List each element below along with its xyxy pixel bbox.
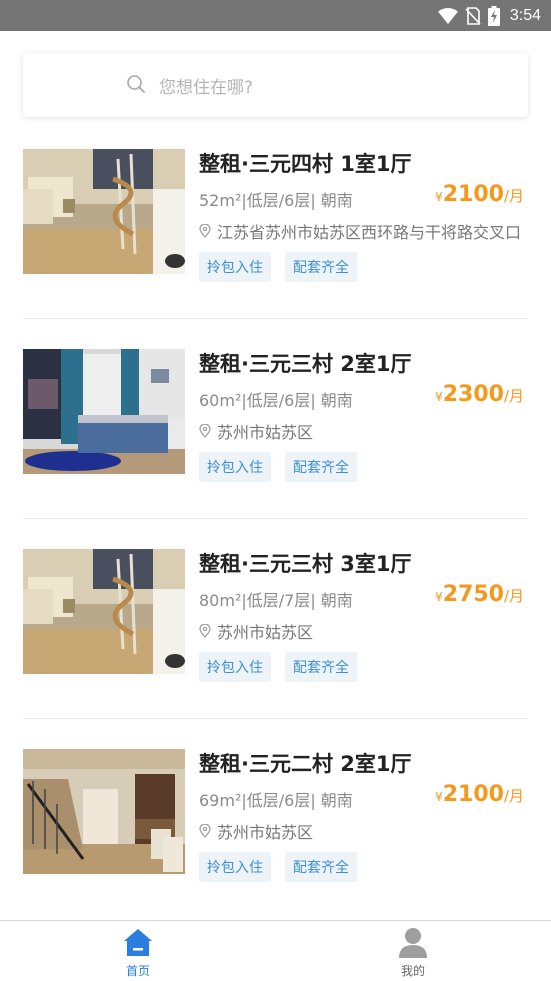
listing-meta: 80m²|低层/7层| 朝南 [199, 591, 353, 610]
bedroom-photo-image [23, 349, 185, 474]
price-currency: ¥ [435, 190, 443, 204]
listing-tags: 拎包入住 配套齐全 [199, 852, 357, 882]
listing-meta: 60m²|低层/6层| 朝南 [199, 391, 353, 410]
listing-address: 苏州市姑苏区 [199, 619, 529, 643]
no-sim-icon [465, 6, 481, 25]
battery-charging-icon [487, 5, 500, 26]
listing-photo[interactable] [23, 749, 185, 874]
search-bar[interactable]: 您想住在哪? [23, 53, 528, 117]
divider [23, 718, 528, 719]
tag-move-in-ready: 拎包入住 [199, 252, 271, 282]
listing-item[interactable]: 整租·三元三村 2室1厅 60m²|低层/6层| 朝南 ¥2300/月 苏州市姑… [0, 320, 551, 520]
tab-label: 首页 [125, 964, 150, 978]
loft-photo-image [23, 549, 185, 674]
listing-photo[interactable] [23, 149, 185, 274]
price-value: 2750 [442, 582, 504, 607]
listing-photo[interactable] [23, 549, 185, 674]
listing-tags: 拎包入住 配套齐全 [199, 252, 357, 282]
tag-fully-equipped: 配套齐全 [285, 252, 357, 282]
status-icons: 3:54 [437, 0, 541, 31]
tag-fully-equipped: 配套齐全 [285, 452, 357, 482]
tag-fully-equipped: 配套齐全 [285, 652, 357, 682]
tab-home[interactable]: 首页 [88, 921, 188, 981]
location-pin-icon [199, 824, 211, 838]
price-unit: /月 [503, 587, 524, 605]
listing-title[interactable]: 整租·三元四村 1室1厅 [199, 148, 412, 178]
price-value: 2100 [442, 782, 504, 807]
price-value: 2300 [442, 382, 504, 407]
status-bar: 3:54 [0, 0, 551, 31]
listing-price: ¥2300/月 [435, 382, 524, 407]
listing-tags: 拎包入住 配套齐全 [199, 452, 357, 482]
listing-item[interactable]: 整租·三元三村 3室1厅 80m²|低层/7层| 朝南 ¥2750/月 苏州市姑… [0, 520, 551, 720]
listing-meta: 69m²|低层/6层| 朝南 [199, 791, 353, 810]
tag-move-in-ready: 拎包入住 [199, 852, 271, 882]
listing-address: 苏州市姑苏区 [199, 419, 529, 443]
tag-move-in-ready: 拎包入住 [199, 452, 271, 482]
listing-price: ¥2750/月 [435, 582, 524, 607]
listing-address: 苏州市姑苏区 [199, 819, 529, 843]
home-icon [124, 929, 152, 956]
address-text: 江苏省苏州市姑苏区西环路与干将路交叉口 [217, 223, 522, 242]
listing-address: 江苏省苏州市姑苏区西环路与干将路交叉口 [199, 219, 529, 243]
price-currency: ¥ [435, 390, 443, 404]
status-time: 3:54 [509, 6, 541, 24]
listing-item[interactable]: 整租·三元二村 2室1厅 69m²|低层/6层| 朝南 ¥2100/月 苏州市姑… [0, 720, 551, 920]
location-pin-icon [199, 624, 211, 638]
loft-photo-image [23, 149, 185, 274]
price-unit: /月 [503, 387, 524, 405]
listing-tags: 拎包入住 配套齐全 [199, 652, 357, 682]
address-text: 苏州市姑苏区 [217, 823, 314, 842]
address-text: 苏州市姑苏区 [217, 423, 314, 442]
price-unit: /月 [503, 187, 524, 205]
listing-price: ¥2100/月 [435, 182, 524, 207]
price-value: 2100 [442, 182, 504, 207]
price-unit: /月 [503, 787, 524, 805]
search-placeholder[interactable]: 您想住在哪? [159, 73, 253, 98]
search-icon [127, 75, 145, 93]
listing-title[interactable]: 整租·三元三村 3室1厅 [199, 548, 412, 578]
tab-label: 我的 [400, 964, 425, 978]
tag-fully-equipped: 配套齐全 [285, 852, 357, 882]
address-text: 苏州市姑苏区 [217, 623, 314, 642]
user-icon [399, 928, 427, 958]
listing-item[interactable]: 整租·三元四村 1室1厅 52m²|低层/6层| 朝南 ¥2100/月 江苏省苏… [0, 120, 551, 320]
listing-photo[interactable] [23, 349, 185, 474]
listing-title[interactable]: 整租·三元二村 2室1厅 [199, 748, 412, 778]
listing-meta: 52m²|低层/6层| 朝南 [199, 191, 353, 210]
stairs-dining-photo-image [23, 749, 185, 874]
price-currency: ¥ [435, 590, 443, 604]
wifi-icon [437, 7, 458, 24]
price-currency: ¥ [435, 790, 443, 804]
location-pin-icon [199, 224, 211, 238]
tab-profile[interactable]: 我的 [363, 921, 463, 981]
bottom-tab-bar: 首页 我的 [0, 920, 551, 981]
location-pin-icon [199, 424, 211, 438]
listing-title[interactable]: 整租·三元三村 2室1厅 [199, 348, 412, 378]
divider [23, 518, 528, 519]
divider [23, 318, 528, 319]
tag-move-in-ready: 拎包入住 [199, 652, 271, 682]
listing-price: ¥2100/月 [435, 782, 524, 807]
